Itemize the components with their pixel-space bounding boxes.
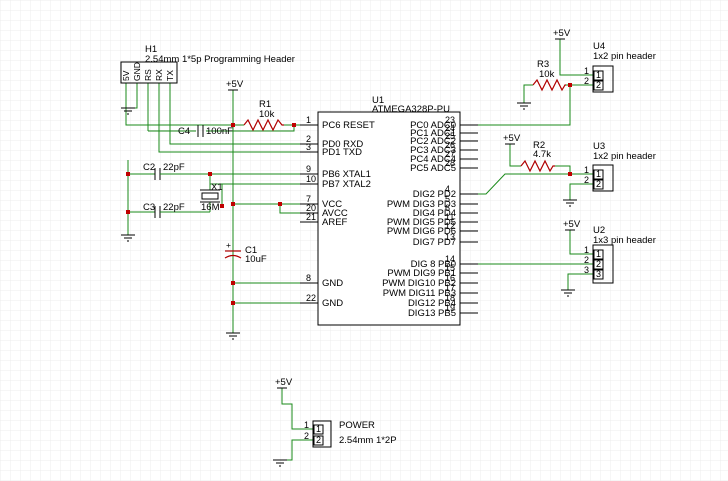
junction-dot: [231, 301, 235, 305]
c3-ref: C3: [143, 202, 155, 213]
junction-dot: [568, 172, 572, 176]
u4-pin-number: 1: [584, 66, 589, 76]
u1-pin-name: PB7 XTAL2: [322, 179, 371, 190]
u3-pin-number: 1: [596, 169, 601, 179]
power-pin-number: 1: [316, 424, 321, 434]
schematic-canvas: U1 ATMEGA328P-PU 1 PC6 RESET 2 PD0 RXD 3 PD1 …: [0, 0, 728, 481]
vcc-label: +5V: [226, 79, 244, 90]
u4-pin-number: 1: [596, 70, 601, 80]
u1-chip[interactable]: U1 ATMEGA328P-PU 1 PC6 RESET2 PD0 RXD3 PD1 …: [300, 95, 478, 326]
u1-value: ATMEGA328P-PU: [372, 104, 450, 115]
x1-ref: X1: [211, 182, 223, 193]
power-ref: POWER: [339, 420, 375, 431]
h1-pin-label: 5V: [121, 70, 131, 81]
c3-value: 22pF: [163, 202, 185, 213]
r3-value: 10k: [539, 69, 555, 80]
u1-pin-number: 8: [306, 273, 311, 283]
u2-pin-number: 1: [596, 249, 601, 259]
vcc-label: +5V: [553, 28, 571, 39]
junction-dot: [568, 83, 572, 87]
svg-text:+: +: [226, 240, 231, 250]
c4-value: 100nF: [206, 126, 233, 137]
c1-value: 10uF: [245, 254, 267, 265]
junction-dot: [231, 202, 235, 206]
c2-value: 22pF: [163, 162, 185, 173]
u4-pin-number: 2: [596, 80, 601, 90]
junction-dot: [231, 281, 235, 285]
u3-value: 1x2 pin header: [593, 151, 656, 162]
r2-value: 4.7k: [533, 149, 551, 160]
r1-value: 10k: [259, 109, 275, 120]
u1-pin-number: 9: [306, 164, 311, 174]
u1-pin-number: 10: [306, 174, 316, 184]
power-pin-number: 2: [304, 431, 309, 441]
u3-pin-number: 2: [584, 175, 589, 185]
power-value: 2.54mm 1*2P: [339, 435, 397, 446]
u2-pin-number: 1: [584, 245, 589, 255]
c4-ref: C4: [178, 126, 190, 137]
schematic-drawing: U1 ATMEGA328P-PU 1 PC6 RESET2 PD0 RXD3 PD1 …: [0, 0, 728, 481]
u1-pin-number: 3: [306, 142, 311, 152]
vcc-label: +5V: [503, 133, 521, 144]
u3-pin-number: 1: [584, 165, 589, 175]
junction-dot: [292, 123, 296, 127]
u2-pin-number: 2: [584, 255, 589, 265]
u4-value: 1x2 pin header: [593, 51, 656, 62]
u2-pin-number: 3: [584, 265, 589, 275]
h1-pin-label: RX: [154, 69, 164, 81]
u4-pin-number: 2: [584, 76, 589, 86]
u1-pin-name: GND: [322, 298, 343, 309]
u1-pin-name: DIG13 PB5: [408, 308, 456, 319]
c2-ref: C2: [143, 162, 155, 173]
u1-pin-name: GND: [322, 278, 343, 289]
c4-capacitor[interactable]: C4 100nF: [178, 125, 233, 137]
u1-pin-name: DIG7 PD7: [413, 237, 456, 248]
junction-dot: [231, 123, 235, 127]
u1-pin-number: 1: [306, 115, 311, 125]
junction-dot: [278, 202, 282, 206]
u1-pin-name: PC6 RESET: [322, 120, 375, 131]
u1-pin-number: 21: [306, 212, 316, 222]
vcc-label: +5V: [275, 377, 293, 388]
u3-pin-number: 2: [596, 179, 601, 189]
junction-dot: [126, 172, 130, 176]
junction-dot: [126, 210, 130, 214]
junction-dot: [208, 172, 212, 176]
u2-pin-number: 2: [596, 259, 601, 269]
u1-pin-number: 22: [306, 293, 316, 303]
h1-value: 2.54mm 1*5p Programming Header: [145, 54, 295, 65]
u1-pin-name: AREF: [322, 217, 348, 228]
u2-pin-number: 3: [596, 269, 601, 279]
h1-pin-label: RS: [143, 69, 153, 81]
junction-dot: [220, 204, 224, 208]
x1-value: 16M: [201, 202, 220, 213]
power-pin-number: 2: [316, 435, 321, 445]
h1-pin-label: TX: [165, 70, 175, 81]
power-pin-number: 1: [304, 420, 309, 430]
u2-pin-labels: 112233: [584, 245, 604, 280]
u1-pin-name: PD1 TXD: [322, 147, 362, 158]
vcc-label: +5V: [563, 219, 581, 230]
u2-value: 1x3 pin header: [593, 235, 656, 246]
h1-pin-label: GND: [132, 62, 142, 81]
u1-pin-name: PC5 ADC5: [410, 163, 456, 174]
